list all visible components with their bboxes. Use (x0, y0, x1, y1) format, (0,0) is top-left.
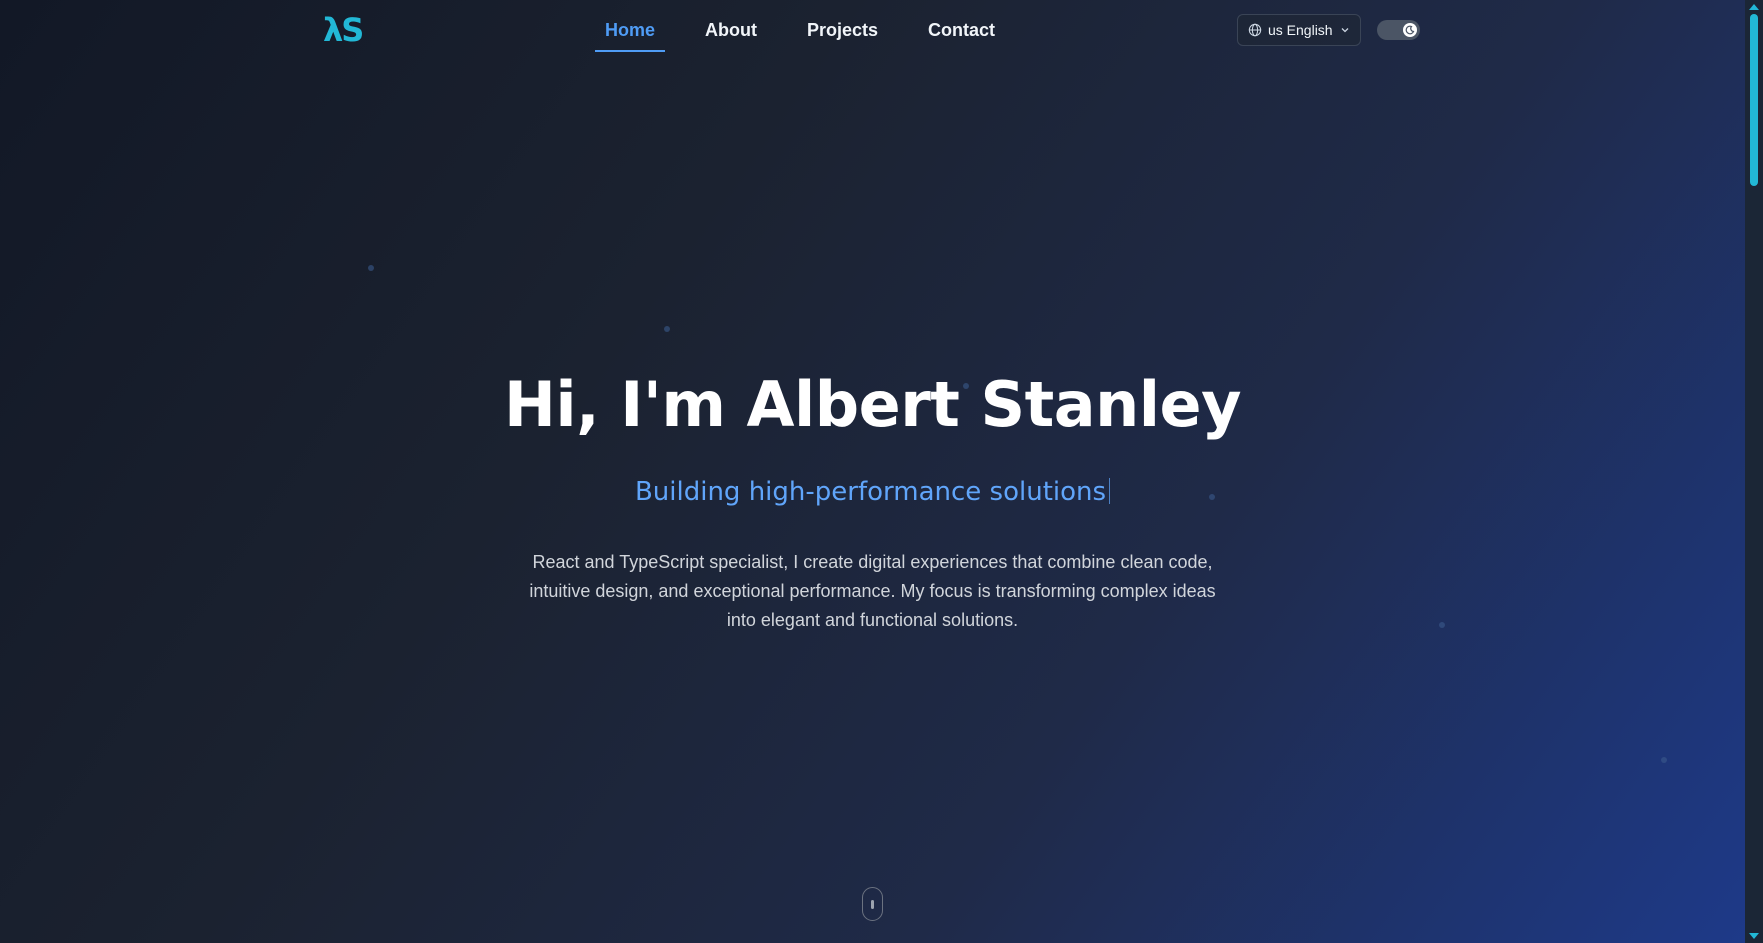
site-header: λS Home About Projects Contact us Englis… (0, 0, 1745, 60)
main-nav: Home About Projects Contact (595, 0, 1035, 56)
toggle-knob (1403, 23, 1417, 37)
scrollbar-thumb[interactable] (1750, 14, 1758, 186)
page: λS Home About Projects Contact us Englis… (0, 0, 1745, 943)
scroll-up-icon[interactable] (1749, 4, 1759, 10)
hero-subtitle: Building high-performance solutions (0, 474, 1745, 510)
background-particle (664, 326, 670, 332)
mouse-scroll-icon[interactable] (862, 887, 883, 921)
chevron-down-icon (1341, 28, 1349, 33)
nav-item-contact[interactable]: Contact (918, 0, 1005, 56)
hero-description: React and TypeScript specialist, I creat… (529, 552, 1216, 630)
moon-icon (1405, 25, 1415, 35)
hero-subtitle-text: Building high-performance solutions (634, 477, 1107, 507)
background-particle (1439, 622, 1445, 628)
page-scrollbar[interactable] (1745, 0, 1763, 943)
globe-icon (1248, 23, 1262, 37)
nav-item-projects[interactable]: Projects (797, 0, 888, 56)
language-select[interactable]: us English (1237, 14, 1361, 46)
background-particle (1661, 757, 1667, 763)
scroll-down-icon[interactable] (1749, 933, 1759, 939)
scroll-wheel (871, 900, 874, 909)
language-label: us English (1268, 22, 1333, 38)
background-particle (368, 265, 374, 271)
hero-title: Hi, I'm Albert Stanley (504, 368, 1241, 441)
typing-cursor (1109, 478, 1111, 504)
logo[interactable]: λS (323, 12, 365, 48)
theme-toggle[interactable] (1377, 20, 1420, 40)
nav-item-about[interactable]: About (695, 0, 767, 56)
nav-item-home[interactable]: Home (595, 0, 666, 56)
